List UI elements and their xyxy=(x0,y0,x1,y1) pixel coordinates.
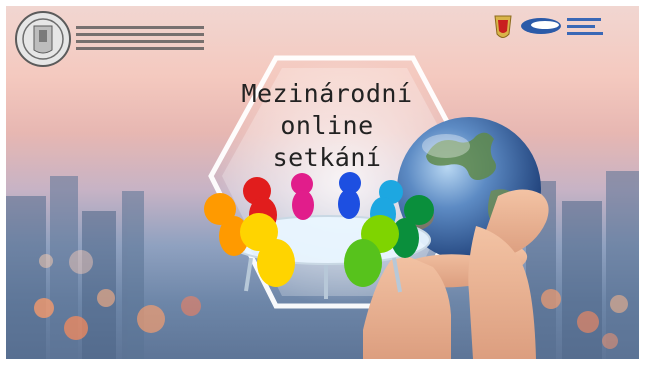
school-name-lines xyxy=(76,26,204,54)
partner-logo-icon xyxy=(521,18,603,35)
headline-line-2: online xyxy=(280,111,374,140)
headline: Mezinárodní online setkání xyxy=(236,78,418,174)
coat-of-arms-icon xyxy=(494,15,512,38)
person-pink xyxy=(291,173,314,220)
slide-banner: Mezinárodní online setkání xyxy=(6,6,639,359)
partner-logos xyxy=(479,10,629,46)
school-header xyxy=(14,10,204,68)
partner-logos-icon xyxy=(494,15,603,38)
headline-line-1: Mezinárodní xyxy=(241,79,413,108)
person-blue xyxy=(338,172,361,219)
headline-line-3: setkání xyxy=(272,143,382,172)
school-seal-icon xyxy=(15,11,71,67)
